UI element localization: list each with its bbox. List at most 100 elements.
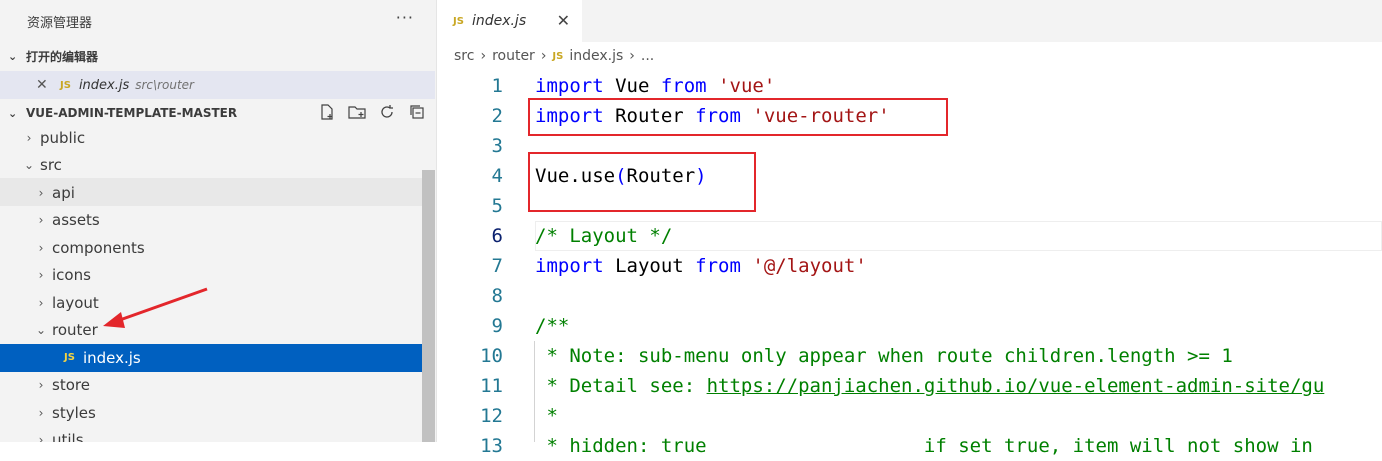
tree-file-item[interactable]: JS index.js: [0, 344, 422, 372]
line-number: 2: [491, 105, 503, 127]
line-number: 13: [480, 435, 503, 457]
code-token: '@/layout': [752, 255, 867, 277]
code-token: /**: [535, 315, 570, 337]
chevron-right-icon: ›: [38, 185, 44, 200]
chevron-right-icon: ›: [480, 48, 487, 64]
breadcrumb-router[interactable]: router: [492, 48, 535, 64]
line-number: 8: [491, 285, 503, 307]
collapse-all-icon[interactable]: [407, 101, 427, 123]
project-header[interactable]: ⌄ VUE-ADMIN-TEMPLATE-MASTER: [0, 99, 435, 127]
chevron-right-icon: ›: [38, 378, 44, 393]
chevron-right-icon: ›: [629, 48, 635, 64]
highlight-box-vue-use: [528, 152, 756, 212]
js-file-icon: JS: [64, 352, 75, 364]
line-number: 5: [491, 195, 503, 217]
breadcrumb-file[interactable]: index.js: [569, 48, 623, 64]
code-token: * Note: sub-menu only appear when route …: [535, 345, 1233, 367]
explorer-title: 资源管理器: [27, 15, 93, 31]
code-line[interactable]: 9 /**: [437, 311, 1382, 341]
line-number: 7: [491, 255, 503, 277]
more-actions-icon[interactable]: ···: [396, 8, 414, 27]
breadcrumb-src[interactable]: src: [454, 48, 474, 64]
editor-tab-bar: JS index.js ✕: [437, 0, 1382, 42]
open-editor-item[interactable]: ✕ JS index.js src\router: [0, 71, 435, 99]
code-line[interactable]: 12 *: [437, 401, 1382, 431]
chevron-right-icon: ›: [38, 240, 44, 255]
code-line[interactable]: 7 import Layout from '@/layout': [437, 251, 1382, 281]
close-icon[interactable]: ✕: [36, 77, 52, 93]
file-tree: › public ⌄ src › api › assets › components › icons ›…: [0, 124, 422, 442]
code-token: *: [535, 405, 558, 427]
highlight-box-import-router: [528, 98, 948, 136]
code-token[interactable]: https://panjiachen.github.io/vue-element…: [707, 375, 1325, 397]
code-line[interactable]: 6/* Layout */: [437, 221, 1382, 251]
tree-folder-item[interactable]: › assets: [0, 207, 422, 235]
js-file-icon: JS: [453, 15, 464, 27]
tree-folder-item[interactable]: ⌄ src: [0, 152, 422, 180]
tab-index-js[interactable]: JS index.js ✕: [437, 0, 582, 42]
code-line[interactable]: 13 * hidden: true if set true, item will…: [437, 431, 1382, 461]
open-editors-header[interactable]: ⌄ 打开的编辑器: [0, 42, 436, 70]
open-editors-label: 打开的编辑器: [26, 49, 99, 64]
refresh-icon[interactable]: [377, 101, 397, 123]
tab-label: index.js: [471, 13, 527, 29]
chevron-right-icon: ›: [26, 130, 32, 145]
breadcrumb-symbol[interactable]: ...: [641, 48, 654, 64]
chevron-right-icon: ›: [38, 295, 44, 310]
new-folder-icon[interactable]: [347, 101, 367, 123]
open-editor-filename: index.js: [78, 77, 130, 93]
tree-folder-item[interactable]: › styles: [0, 399, 422, 427]
code-line[interactable]: 1 import Vue from 'vue': [437, 71, 1382, 101]
code-token: from: [695, 255, 741, 277]
chevron-right-icon: ›: [540, 48, 547, 64]
tree-item-label: components: [52, 238, 145, 257]
line-number: 9: [491, 315, 503, 337]
js-file-icon: JS: [552, 50, 564, 62]
js-file-icon: JS: [60, 79, 71, 91]
close-icon[interactable]: ✕: [557, 11, 570, 30]
project-label: VUE-ADMIN-TEMPLATE-MASTER: [26, 106, 238, 120]
chevron-right-icon: ›: [38, 405, 44, 420]
code-token: Layout: [603, 255, 696, 277]
tree-item-label: styles: [52, 403, 96, 422]
chevron-down-icon: ⌄: [8, 106, 18, 120]
tree-item-label: store: [52, 376, 90, 395]
explorer-toolbar: [317, 101, 427, 123]
code-line[interactable]: 11 * Detail see: https://panjiachen.gith…: [437, 371, 1382, 401]
tree-folder-item[interactable]: › utils: [0, 427, 422, 442]
tree-item-label: icons: [52, 266, 91, 285]
code-token: 'vue': [718, 75, 776, 97]
tree-folder-item[interactable]: › public: [0, 124, 422, 152]
line-number: 10: [480, 345, 503, 367]
sidebar-scrollbar[interactable]: [422, 170, 435, 442]
line-number: 6: [491, 225, 503, 247]
new-file-icon[interactable]: [317, 101, 337, 123]
current-line-highlight: [535, 221, 1382, 251]
tree-item-label: layout: [52, 293, 99, 312]
chevron-right-icon: ›: [38, 213, 44, 228]
explorer-sidebar: 资源管理器 ··· ⌄ 打开的编辑器 ✕ JS index.js src\rou…: [0, 0, 437, 442]
line-number: 12: [480, 405, 503, 427]
chevron-right-icon: ›: [38, 268, 44, 283]
tree-item-label: public: [40, 128, 86, 147]
breadcrumb: src › router › JS index.js › ...: [454, 48, 654, 64]
tree-folder-item[interactable]: › components: [0, 234, 422, 262]
line-number: 3: [491, 135, 503, 157]
tree-folder-item[interactable]: › api: [0, 179, 422, 207]
tree-item-label: index.js: [82, 348, 141, 367]
code-line[interactable]: 8: [437, 281, 1382, 311]
line-number: 11: [480, 375, 503, 397]
open-editor-path: src\router: [135, 78, 194, 92]
tree-item-label: utils: [52, 431, 84, 442]
chevron-right-icon: ›: [38, 433, 44, 442]
code-line[interactable]: 10 * Note: sub-menu only appear when rou…: [437, 341, 1382, 371]
code-token: * hidden: true if set true, item will no…: [535, 435, 1313, 457]
code-token: import: [535, 255, 604, 277]
tree-folder-item[interactable]: › store: [0, 372, 422, 400]
chevron-down-icon: ⌄: [8, 49, 18, 63]
tree-item-label: router: [52, 321, 98, 340]
tree-item-label: api: [52, 183, 75, 202]
indent-guide: [534, 341, 535, 442]
